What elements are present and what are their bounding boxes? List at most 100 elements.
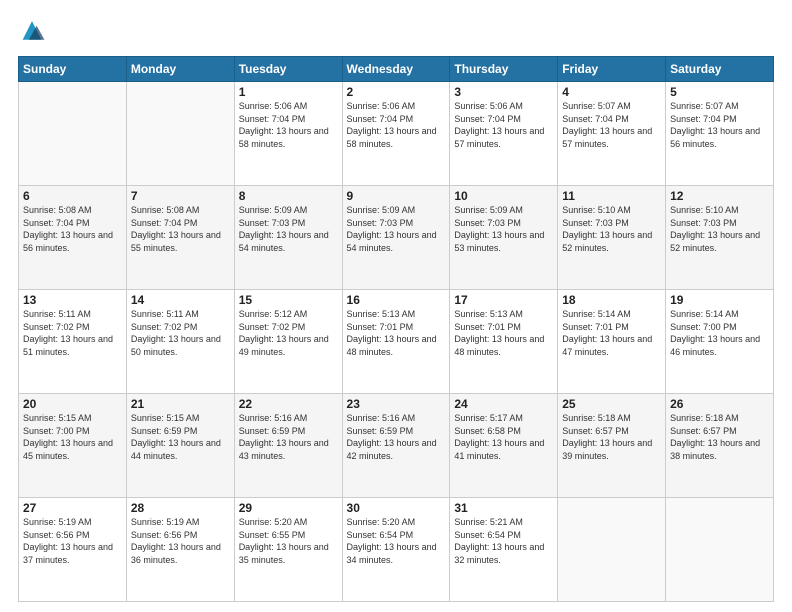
week-row-1: 1Sunrise: 5:06 AM Sunset: 7:04 PM Daylig… [19, 82, 774, 186]
day-number: 14 [131, 293, 230, 307]
day-cell: 14Sunrise: 5:11 AM Sunset: 7:02 PM Dayli… [126, 290, 234, 394]
day-info: Sunrise: 5:06 AM Sunset: 7:04 PM Dayligh… [454, 100, 553, 150]
day-cell: 19Sunrise: 5:14 AM Sunset: 7:00 PM Dayli… [666, 290, 774, 394]
logo [18, 18, 50, 46]
day-info: Sunrise: 5:18 AM Sunset: 6:57 PM Dayligh… [670, 412, 769, 462]
day-cell [666, 498, 774, 602]
day-number: 17 [454, 293, 553, 307]
day-cell: 4Sunrise: 5:07 AM Sunset: 7:04 PM Daylig… [558, 82, 666, 186]
header [18, 18, 774, 46]
day-info: Sunrise: 5:11 AM Sunset: 7:02 PM Dayligh… [131, 308, 230, 358]
weekday-header-saturday: Saturday [666, 57, 774, 82]
day-cell: 17Sunrise: 5:13 AM Sunset: 7:01 PM Dayli… [450, 290, 558, 394]
day-number: 8 [239, 189, 338, 203]
day-cell: 9Sunrise: 5:09 AM Sunset: 7:03 PM Daylig… [342, 186, 450, 290]
day-info: Sunrise: 5:14 AM Sunset: 7:00 PM Dayligh… [670, 308, 769, 358]
day-cell: 29Sunrise: 5:20 AM Sunset: 6:55 PM Dayli… [234, 498, 342, 602]
day-info: Sunrise: 5:10 AM Sunset: 7:03 PM Dayligh… [670, 204, 769, 254]
weekday-header-tuesday: Tuesday [234, 57, 342, 82]
day-number: 30 [347, 501, 446, 515]
weekday-header-sunday: Sunday [19, 57, 127, 82]
day-number: 2 [347, 85, 446, 99]
day-number: 4 [562, 85, 661, 99]
day-number: 12 [670, 189, 769, 203]
day-number: 7 [131, 189, 230, 203]
day-cell: 24Sunrise: 5:17 AM Sunset: 6:58 PM Dayli… [450, 394, 558, 498]
day-info: Sunrise: 5:06 AM Sunset: 7:04 PM Dayligh… [239, 100, 338, 150]
day-number: 5 [670, 85, 769, 99]
day-cell: 13Sunrise: 5:11 AM Sunset: 7:02 PM Dayli… [19, 290, 127, 394]
day-cell: 21Sunrise: 5:15 AM Sunset: 6:59 PM Dayli… [126, 394, 234, 498]
day-info: Sunrise: 5:19 AM Sunset: 6:56 PM Dayligh… [23, 516, 122, 566]
day-info: Sunrise: 5:08 AM Sunset: 7:04 PM Dayligh… [131, 204, 230, 254]
weekday-header-row: SundayMondayTuesdayWednesdayThursdayFrid… [19, 57, 774, 82]
day-info: Sunrise: 5:07 AM Sunset: 7:04 PM Dayligh… [670, 100, 769, 150]
day-cell [558, 498, 666, 602]
day-number: 11 [562, 189, 661, 203]
page: SundayMondayTuesdayWednesdayThursdayFrid… [0, 0, 792, 612]
weekday-header-monday: Monday [126, 57, 234, 82]
day-number: 29 [239, 501, 338, 515]
day-number: 26 [670, 397, 769, 411]
day-number: 25 [562, 397, 661, 411]
day-number: 28 [131, 501, 230, 515]
day-info: Sunrise: 5:09 AM Sunset: 7:03 PM Dayligh… [347, 204, 446, 254]
day-cell: 1Sunrise: 5:06 AM Sunset: 7:04 PM Daylig… [234, 82, 342, 186]
weekday-header-friday: Friday [558, 57, 666, 82]
day-info: Sunrise: 5:16 AM Sunset: 6:59 PM Dayligh… [239, 412, 338, 462]
day-cell: 18Sunrise: 5:14 AM Sunset: 7:01 PM Dayli… [558, 290, 666, 394]
day-cell: 11Sunrise: 5:10 AM Sunset: 7:03 PM Dayli… [558, 186, 666, 290]
day-info: Sunrise: 5:12 AM Sunset: 7:02 PM Dayligh… [239, 308, 338, 358]
day-cell: 10Sunrise: 5:09 AM Sunset: 7:03 PM Dayli… [450, 186, 558, 290]
day-info: Sunrise: 5:07 AM Sunset: 7:04 PM Dayligh… [562, 100, 661, 150]
weekday-header-wednesday: Wednesday [342, 57, 450, 82]
weekday-header-thursday: Thursday [450, 57, 558, 82]
day-info: Sunrise: 5:21 AM Sunset: 6:54 PM Dayligh… [454, 516, 553, 566]
day-number: 1 [239, 85, 338, 99]
day-number: 23 [347, 397, 446, 411]
day-number: 3 [454, 85, 553, 99]
day-number: 18 [562, 293, 661, 307]
day-cell: 15Sunrise: 5:12 AM Sunset: 7:02 PM Dayli… [234, 290, 342, 394]
week-row-5: 27Sunrise: 5:19 AM Sunset: 6:56 PM Dayli… [19, 498, 774, 602]
day-info: Sunrise: 5:20 AM Sunset: 6:55 PM Dayligh… [239, 516, 338, 566]
day-cell: 8Sunrise: 5:09 AM Sunset: 7:03 PM Daylig… [234, 186, 342, 290]
day-cell: 31Sunrise: 5:21 AM Sunset: 6:54 PM Dayli… [450, 498, 558, 602]
day-info: Sunrise: 5:13 AM Sunset: 7:01 PM Dayligh… [347, 308, 446, 358]
day-cell: 3Sunrise: 5:06 AM Sunset: 7:04 PM Daylig… [450, 82, 558, 186]
day-number: 24 [454, 397, 553, 411]
day-number: 22 [239, 397, 338, 411]
day-number: 15 [239, 293, 338, 307]
day-number: 9 [347, 189, 446, 203]
day-number: 27 [23, 501, 122, 515]
day-cell [126, 82, 234, 186]
day-number: 20 [23, 397, 122, 411]
day-info: Sunrise: 5:10 AM Sunset: 7:03 PM Dayligh… [562, 204, 661, 254]
day-cell: 22Sunrise: 5:16 AM Sunset: 6:59 PM Dayli… [234, 394, 342, 498]
day-info: Sunrise: 5:08 AM Sunset: 7:04 PM Dayligh… [23, 204, 122, 254]
week-row-4: 20Sunrise: 5:15 AM Sunset: 7:00 PM Dayli… [19, 394, 774, 498]
week-row-2: 6Sunrise: 5:08 AM Sunset: 7:04 PM Daylig… [19, 186, 774, 290]
day-info: Sunrise: 5:13 AM Sunset: 7:01 PM Dayligh… [454, 308, 553, 358]
day-number: 31 [454, 501, 553, 515]
day-cell: 28Sunrise: 5:19 AM Sunset: 6:56 PM Dayli… [126, 498, 234, 602]
day-info: Sunrise: 5:09 AM Sunset: 7:03 PM Dayligh… [239, 204, 338, 254]
day-number: 19 [670, 293, 769, 307]
calendar-table: SundayMondayTuesdayWednesdayThursdayFrid… [18, 56, 774, 602]
day-info: Sunrise: 5:06 AM Sunset: 7:04 PM Dayligh… [347, 100, 446, 150]
day-cell: 6Sunrise: 5:08 AM Sunset: 7:04 PM Daylig… [19, 186, 127, 290]
day-cell [19, 82, 127, 186]
day-info: Sunrise: 5:14 AM Sunset: 7:01 PM Dayligh… [562, 308, 661, 358]
day-cell: 30Sunrise: 5:20 AM Sunset: 6:54 PM Dayli… [342, 498, 450, 602]
day-info: Sunrise: 5:18 AM Sunset: 6:57 PM Dayligh… [562, 412, 661, 462]
day-number: 16 [347, 293, 446, 307]
day-info: Sunrise: 5:11 AM Sunset: 7:02 PM Dayligh… [23, 308, 122, 358]
day-info: Sunrise: 5:17 AM Sunset: 6:58 PM Dayligh… [454, 412, 553, 462]
day-cell: 20Sunrise: 5:15 AM Sunset: 7:00 PM Dayli… [19, 394, 127, 498]
day-cell: 25Sunrise: 5:18 AM Sunset: 6:57 PM Dayli… [558, 394, 666, 498]
day-number: 13 [23, 293, 122, 307]
day-cell: 23Sunrise: 5:16 AM Sunset: 6:59 PM Dayli… [342, 394, 450, 498]
day-info: Sunrise: 5:15 AM Sunset: 7:00 PM Dayligh… [23, 412, 122, 462]
day-number: 10 [454, 189, 553, 203]
day-cell: 12Sunrise: 5:10 AM Sunset: 7:03 PM Dayli… [666, 186, 774, 290]
